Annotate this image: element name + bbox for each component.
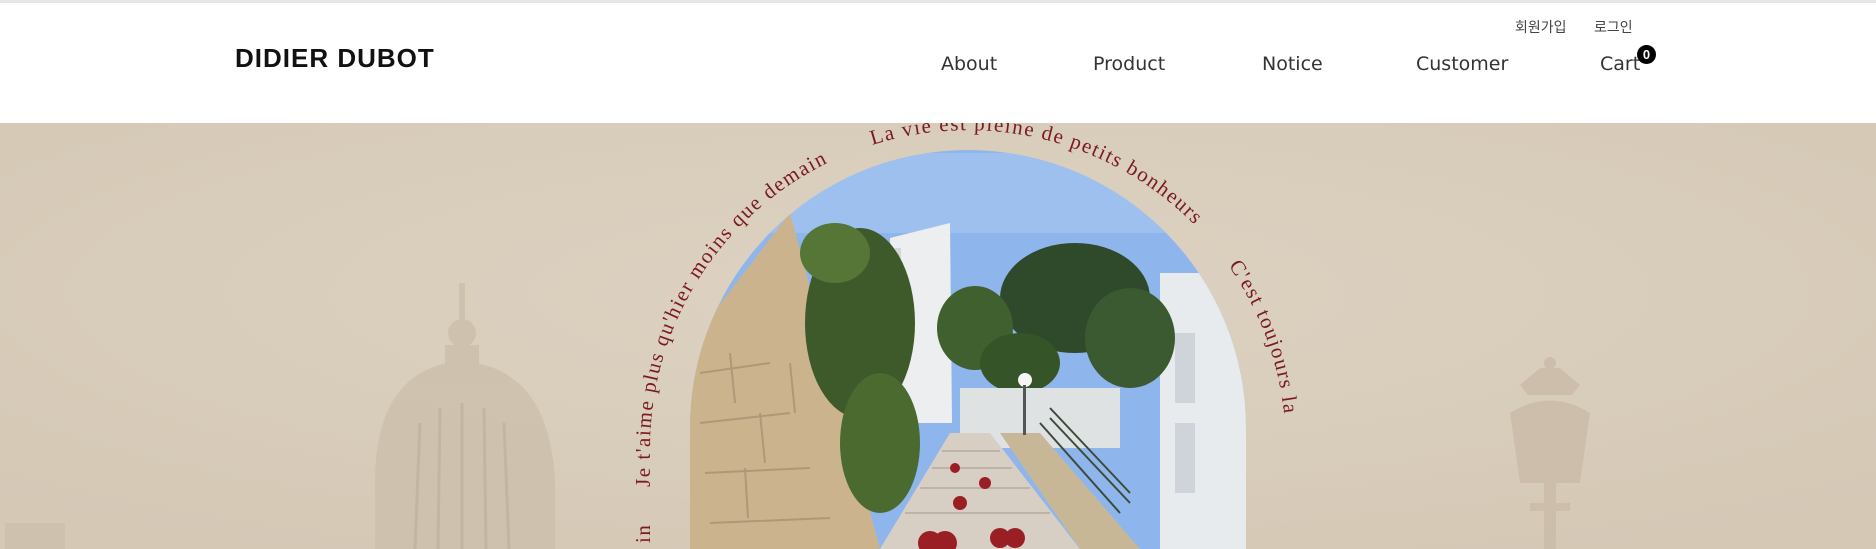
nav-notice[interactable]: Notice — [1262, 53, 1323, 75]
signup-link[interactable]: 회원가입 — [1515, 17, 1567, 37]
nav-about[interactable]: About — [941, 53, 997, 75]
nav-product[interactable]: Product — [1093, 53, 1165, 75]
arc-text-4: in — [631, 524, 655, 543]
hero-banner: in Je t'aime plus qu'hier moins que dema… — [0, 123, 1876, 549]
site-logo[interactable]: DIDIER DUBOT — [235, 43, 435, 74]
nav-cart[interactable]: Cart — [1600, 53, 1640, 75]
site-header: DIDIER DUBOT 회원가입 로그인 About Product Noti… — [0, 3, 1876, 123]
nav-customer[interactable]: Customer — [1416, 53, 1508, 75]
login-link[interactable]: 로그인 — [1594, 17, 1633, 37]
hero-artwork: in Je t'aime plus qu'hier moins que dema… — [0, 123, 1876, 549]
cart-count-badge: 0 — [1637, 45, 1656, 64]
